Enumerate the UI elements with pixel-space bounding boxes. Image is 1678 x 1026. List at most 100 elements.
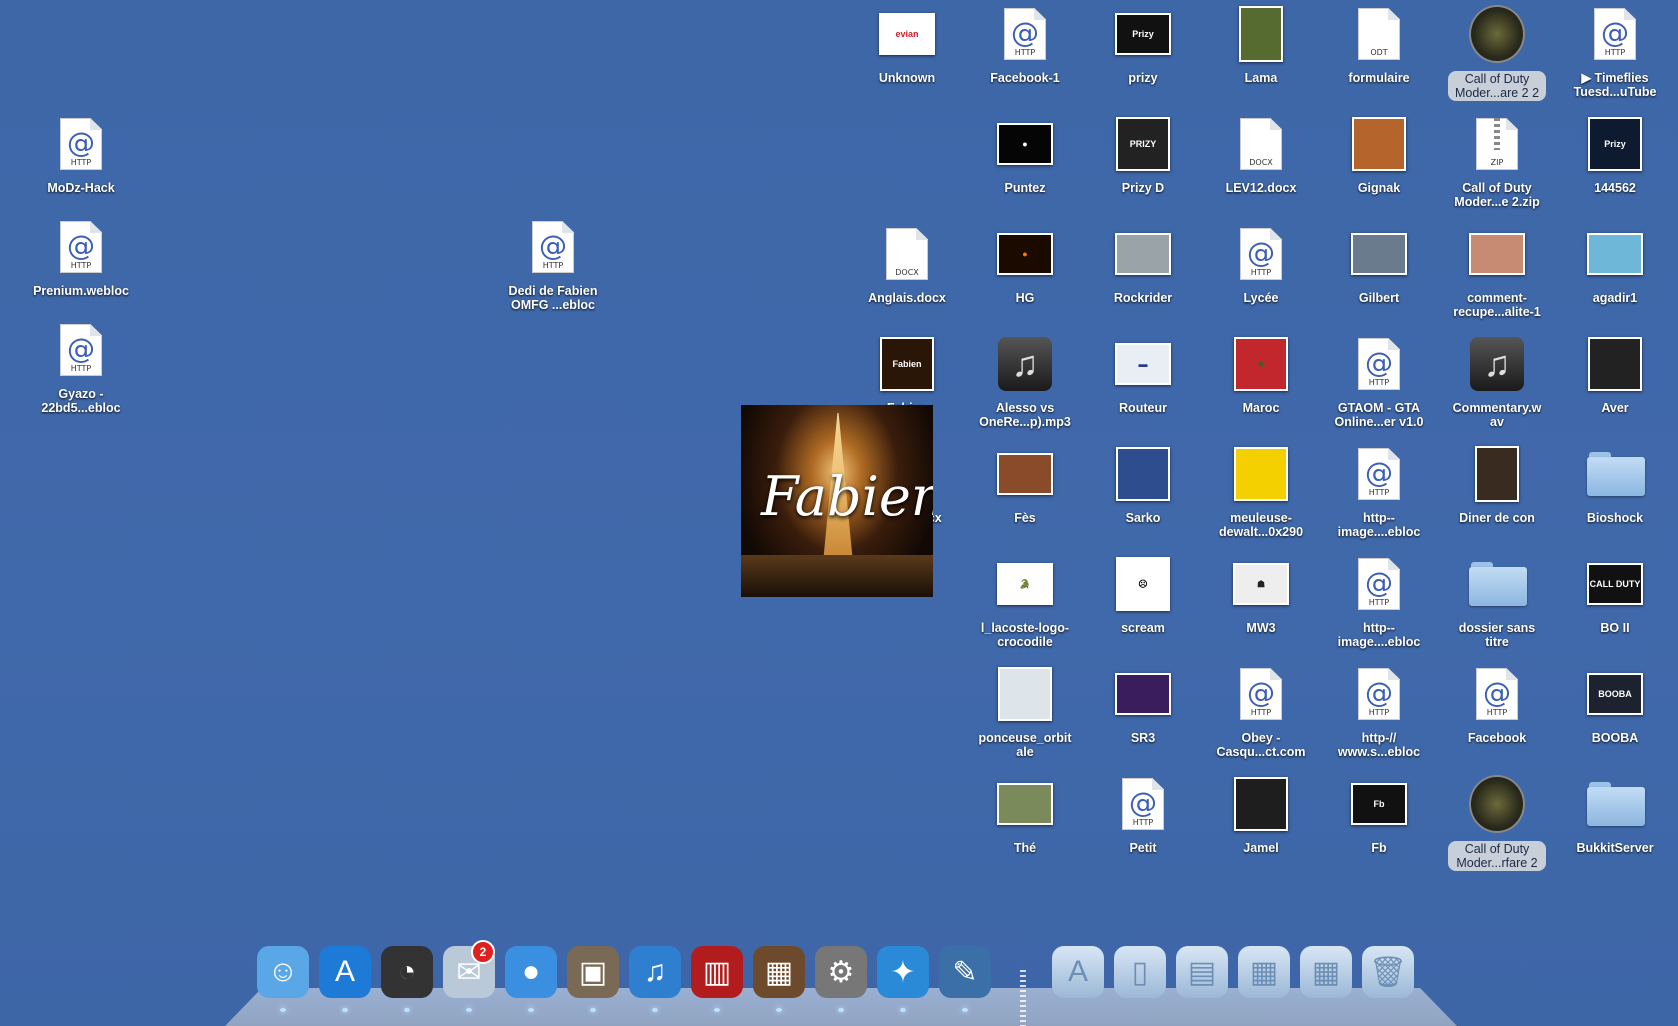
desktop-item-label: Rockrider — [1113, 291, 1173, 305]
image-thumbnail: ● — [997, 116, 1053, 172]
running-indicator — [962, 1008, 968, 1012]
dock-screenshot-stack-2-icon[interactable]: ▦ — [1298, 944, 1354, 1000]
desktop-item-unknown[interactable]: evian Unknown — [852, 0, 962, 100]
desktop-item-booba[interactable]: BOOBA BOOBA — [1560, 660, 1670, 760]
desktop-item-label: Gilbert — [1358, 291, 1400, 305]
dock-iphoto-icon[interactable]: ▦ — [751, 944, 807, 1012]
desktop-item-dossier-sans-titre[interactable]: dossier sans titre — [1442, 550, 1552, 650]
dock-itunes-icon[interactable]: ♫ — [627, 944, 683, 1012]
desktop-item-f-s[interactable]: Fès — [970, 440, 1080, 540]
desktop-item-sr3[interactable]: SR3 — [1088, 660, 1198, 760]
desktop-item-label: Routeur — [1119, 401, 1167, 415]
desktop-item-bo-ii[interactable]: CALL DUTY BO II — [1560, 550, 1670, 650]
desktop-item-lyc-e[interactable]: @ HTTP Lycée — [1206, 220, 1316, 320]
image-thumbnail — [1233, 6, 1289, 62]
desktop-item-obey-casqu-ct-com[interactable]: @ HTTP Obey - Casqu...ct.com — [1206, 660, 1316, 760]
cod-icon — [1469, 775, 1525, 833]
desktop-item-agadir1[interactable]: agadir1 — [1560, 220, 1670, 320]
dock-xcode-icon[interactable]: ✎ — [937, 944, 993, 1012]
desktop-item-rockrider[interactable]: Rockrider — [1088, 220, 1198, 320]
desktop-item-label: Thé — [1013, 841, 1037, 855]
desktop-item-lev12-docx[interactable]: DOCX LEV12.docx — [1206, 110, 1316, 210]
dock-downloads-stack-icon[interactable]: ▤ — [1174, 944, 1230, 1000]
image-thumbnail: BOOBA — [1587, 666, 1643, 722]
image-thumbnail: Prizy — [1115, 6, 1171, 62]
desktop-item-jamel[interactable]: Jamel — [1206, 770, 1316, 870]
desktop-item-http-www-s-ebloc[interactable]: @ HTTP http-// www.s...ebloc — [1324, 660, 1434, 760]
desktop-item-call-of-duty-moder-e-2-zip[interactable]: ZIP Call of Duty Moder...e 2.zip — [1442, 110, 1552, 210]
desktop-item-puntez[interactable]: ● Puntez — [970, 110, 1080, 210]
desktop-item-gyazo-22bd5-ebloc[interactable]: @ HTTP Gyazo - 22bd5...ebloc — [26, 316, 136, 416]
dock-documents-stack-icon[interactable]: ▯ — [1112, 944, 1168, 1000]
desktop-item-l-lacoste-logo-crocodile[interactable]: 🐊 l_lacoste-logo- crocodile — [970, 550, 1080, 650]
desktop-item-alesso-vs-onere-p-mp3[interactable]: ♫ Alesso vs OneRe...p).mp3 — [970, 330, 1080, 430]
desktop-item-aver[interactable]: Aver — [1560, 330, 1670, 430]
dock-safari-icon[interactable]: ✦ — [875, 944, 931, 1012]
desktop-item-diner-de-con[interactable]: Diner de con — [1442, 440, 1552, 540]
desktop-item-label: Prenium.webloc — [33, 284, 129, 298]
image-thumbnail: ● — [997, 226, 1053, 282]
desktop-item-gtaom-gta-online-er-v1-0[interactable]: @ HTTP GTAOM - GTA Online...er v1.0 — [1324, 330, 1434, 430]
desktop-item-gignak[interactable]: Gignak — [1324, 110, 1434, 210]
dock-mail-icon[interactable]: ✉ 2 — [441, 940, 497, 1012]
dock-trash[interactable]: 🗑 — [1360, 944, 1416, 1000]
desktop-item-label: Aver — [1601, 401, 1629, 415]
dock: ☺ A ◔ ✉ 2 ● ▣ ♫ ▥ ▦ ⚙ ✦ ✎ A ▯ ▤ ▦ ▦ 🗑 — [225, 940, 1457, 1026]
desktop-item-bioshock[interactable]: Bioshock — [1560, 440, 1670, 540]
doc-icon: DOCX — [879, 226, 935, 282]
dock-screenshot-stack-1-icon[interactable]: ▦ — [1236, 944, 1292, 1000]
desktop-item-modz-hack[interactable]: @ HTTP MoDz-Hack — [26, 110, 136, 210]
webloc-icon: @ HTTP — [1115, 776, 1171, 832]
desktop-item-formulaire[interactable]: ODT formulaire — [1324, 0, 1434, 100]
desktop-item-comment-recupe-alite-1[interactable]: comment- recupe...alite-1 — [1442, 220, 1552, 320]
desktop-item-lama[interactable]: Lama — [1206, 0, 1316, 100]
desktop-item-label: Anglais.docx — [868, 291, 946, 305]
desktop-item-prizy-d[interactable]: PRIZY Prizy D — [1088, 110, 1198, 210]
desktop-item-label: Call of Duty Moder...rfare 2 — [1448, 841, 1546, 871]
image-thumbnail — [1469, 226, 1525, 282]
music-icon: ♫ — [1469, 336, 1525, 392]
desktop-item-gilbert[interactable]: Gilbert — [1324, 220, 1434, 320]
dock-preview-icon[interactable]: ▣ — [565, 944, 621, 1012]
desktop-item-bukkitserver[interactable]: BukkitServer — [1560, 770, 1670, 870]
desktop-item-call-of-duty-moder-are-2-2[interactable]: Call of Duty Moder...are 2 2 — [1442, 0, 1552, 101]
dock-applications-stack-icon[interactable]: A — [1050, 944, 1106, 1000]
desktop-item-facebook[interactable]: @ HTTP Facebook — [1442, 660, 1552, 760]
desktop-item-label: Alesso vs OneRe...p).mp3 — [979, 401, 1071, 429]
desktop-item-routeur[interactable]: ▬ Routeur — [1088, 330, 1198, 430]
image-thumbnail — [1233, 776, 1289, 832]
dock-app-store-icon[interactable]: A — [317, 944, 373, 1012]
desktop-item-fb[interactable]: Fb Fb — [1324, 770, 1434, 870]
desktop-item-facebook-1[interactable]: @ HTTP Facebook-1 — [970, 0, 1080, 100]
desktop-item-meuleuse-dewalt-0x290[interactable]: meuleuse- dewalt...0x290 — [1206, 440, 1316, 540]
desktop-item-timeflies-tuesd-utube[interactable]: @ HTTP ▶ Timeflies Tuesd...uTube — [1560, 0, 1670, 100]
desktop-item-prenium-webloc[interactable]: @ HTTP Prenium.webloc — [26, 213, 136, 313]
desktop-item-mw3[interactable]: ☗ MW3 — [1206, 550, 1316, 650]
webloc-icon: @ HTTP — [1469, 666, 1525, 722]
desktop-item-hg[interactable]: ● HG — [970, 220, 1080, 320]
desktop-item-dedi-de-fabien-omfg-ebloc[interactable]: @ HTTP Dedi de Fabien OMFG ...ebloc — [498, 213, 608, 313]
desktop-item-sarko[interactable]: Sarko — [1088, 440, 1198, 540]
desktop-item-commentary-w-av[interactable]: ♫ Commentary.w av — [1442, 330, 1552, 430]
desktop-item-144562[interactable]: Prizy 144562 — [1560, 110, 1670, 210]
desktop-item-anglais-docx[interactable]: DOCX Anglais.docx — [852, 220, 962, 320]
desktop-item-http-image-ebloc[interactable]: @ HTTP http-- image....ebloc — [1324, 440, 1434, 540]
dock-system-preferences-icon[interactable]: ⚙ — [813, 944, 869, 1012]
desktop-item-call-of-duty-moder-rfare-2[interactable]: Call of Duty Moder...rfare 2 — [1442, 770, 1552, 871]
dock-facetime-icon[interactable]: ● — [503, 944, 559, 1012]
dock-photo-booth-icon[interactable]: ▥ — [689, 944, 745, 1012]
desktop-item-prizy[interactable]: Prizy prizy — [1088, 0, 1198, 100]
desktop-item-label: BO II — [1600, 621, 1630, 635]
desktop-item-label: Puntez — [1004, 181, 1046, 195]
desktop-item-label: BOOBA — [1591, 731, 1639, 745]
desktop-item-label: Lama — [1244, 71, 1278, 85]
desktop-item-http-image-ebloc[interactable]: @ HTTP http-- image....ebloc — [1324, 550, 1434, 650]
desktop-item-scream[interactable]: ☹ scream — [1088, 550, 1198, 650]
dock-dashboard-icon[interactable]: ◔ — [379, 944, 435, 1012]
desktop-item-maroc[interactable]: ★ Maroc — [1206, 330, 1316, 430]
desktop-item-petit[interactable]: @ HTTP Petit — [1088, 770, 1198, 870]
desktop-item-ponceuse-orbit-ale[interactable]: ponceuse_orbit ale — [970, 660, 1080, 760]
desktop-item-th[interactable]: Thé — [970, 770, 1080, 870]
dock-finder-icon[interactable]: ☺ — [255, 944, 311, 1012]
desktop-item-label: 144562 — [1594, 181, 1636, 195]
